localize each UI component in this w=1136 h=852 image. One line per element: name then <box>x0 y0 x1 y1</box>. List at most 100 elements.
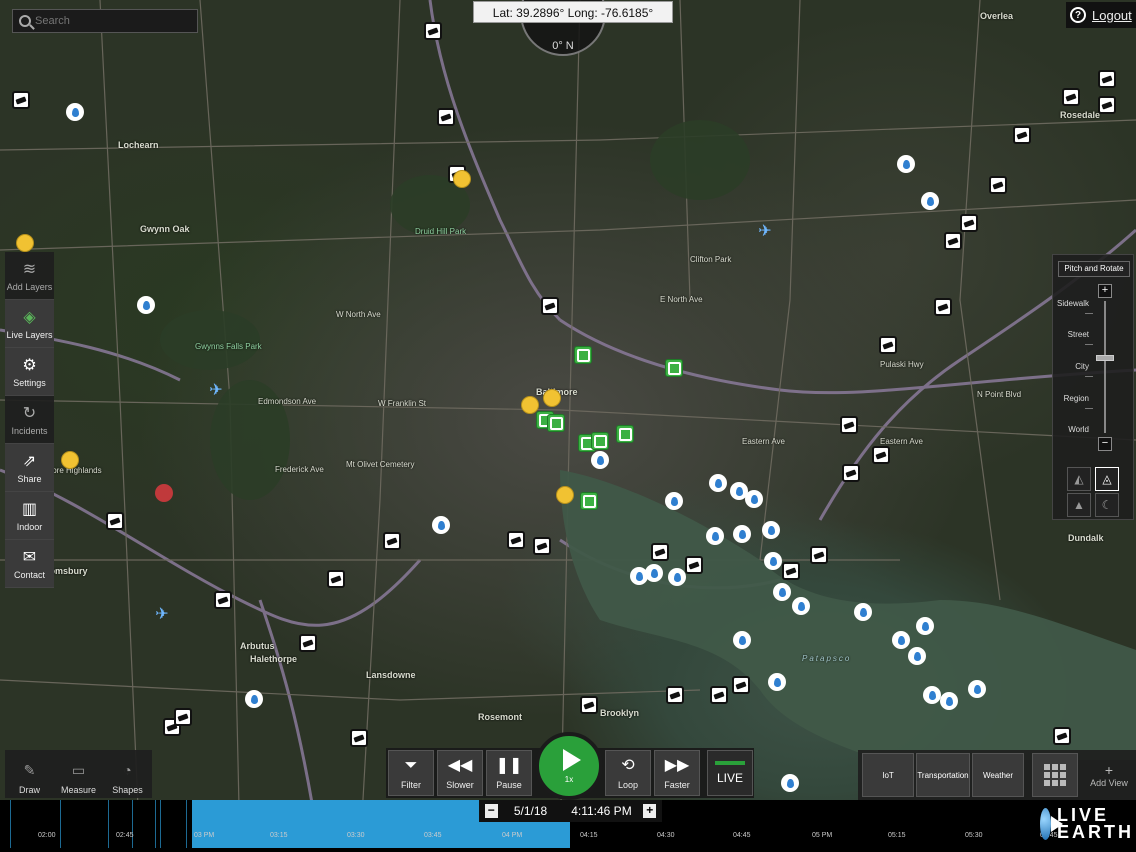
help-icon[interactable]: ? <box>1070 7 1086 23</box>
play-button[interactable]: 1x <box>535 732 603 800</box>
traffic-camera-icon[interactable] <box>299 634 317 652</box>
map-canvas[interactable]: Lochearn Gwynn Oak Baltimore Druid Hill … <box>0 0 1136 852</box>
zoom-track[interactable] <box>1104 301 1106 433</box>
weather-station-icon[interactable] <box>591 451 609 469</box>
live-layers-button[interactable]: ◈ Live Layers <box>5 300 54 348</box>
weather-station-icon[interactable] <box>781 774 799 792</box>
contact-button[interactable]: ✉ Contact <box>5 540 54 588</box>
traffic-camera-icon[interactable] <box>685 556 703 574</box>
traffic-camera-icon[interactable] <box>580 696 598 714</box>
faster-button[interactable]: ▶▶ Faster <box>654 750 700 796</box>
measure-button[interactable]: ▭ Measure <box>54 750 103 798</box>
traffic-camera-icon[interactable] <box>842 464 860 482</box>
weather-station-icon[interactable] <box>137 296 155 314</box>
search-input[interactable] <box>35 15 185 27</box>
traffic-camera-icon[interactable] <box>12 91 30 109</box>
traffic-alert-icon[interactable] <box>543 389 561 407</box>
traffic-camera-icon[interactable] <box>350 729 368 747</box>
weather-station-icon[interactable] <box>897 155 915 173</box>
traffic-camera-icon[interactable] <box>174 708 192 726</box>
traffic-camera-icon[interactable] <box>1062 88 1080 106</box>
weather-station-icon[interactable] <box>245 690 263 708</box>
airplane-icon[interactable]: ✈ <box>152 604 172 624</box>
traffic-camera-icon[interactable] <box>424 22 442 40</box>
weather-station-icon[interactable] <box>709 474 727 492</box>
add-layers-button[interactable]: ≋ Add Layers <box>5 252 54 300</box>
loop-button[interactable]: ⟲ Loop <box>605 750 651 796</box>
zoom-level-world[interactable]: World <box>1049 425 1089 434</box>
traffic-camera-icon[interactable] <box>1053 727 1071 745</box>
weather-station-icon[interactable] <box>892 631 910 649</box>
traffic-camera-icon[interactable] <box>666 686 684 704</box>
weather-station-icon[interactable] <box>745 490 763 508</box>
zoom-slider-thumb[interactable] <box>1096 355 1114 361</box>
settings-button[interactable]: ⚙ Settings <box>5 348 54 396</box>
traffic-camera-icon[interactable] <box>437 108 455 126</box>
night-style-icon[interactable]: ☾ <box>1095 493 1119 517</box>
airplane-icon[interactable]: ✈ <box>206 380 226 400</box>
traffic-camera-icon[interactable] <box>944 232 962 250</box>
timeline-forward-button[interactable]: + <box>643 804 656 818</box>
traffic-camera-icon[interactable] <box>710 686 728 704</box>
traffic-camera-icon[interactable] <box>872 446 890 464</box>
transit-bus-icon[interactable] <box>591 432 609 450</box>
weather-station-icon[interactable] <box>668 568 686 586</box>
slower-button[interactable]: ◀◀ Slower <box>437 750 483 796</box>
traffic-camera-icon[interactable] <box>106 512 124 530</box>
filter-button[interactable]: ⏷ Filter <box>388 750 434 796</box>
live-button[interactable]: LIVE <box>707 750 753 796</box>
weather-station-icon[interactable] <box>733 631 751 649</box>
draw-button[interactable]: ✎ Draw <box>5 750 54 798</box>
add-view-button[interactable]: + Add View <box>1084 753 1134 797</box>
traffic-alert-icon[interactable] <box>453 170 471 188</box>
search-box[interactable] <box>12 9 198 33</box>
traffic-alert-icon[interactable] <box>521 396 539 414</box>
traffic-camera-icon[interactable] <box>383 532 401 550</box>
traffic-camera-icon[interactable] <box>732 676 750 694</box>
iot-view-button[interactable]: IoT <box>862 753 914 797</box>
weather-station-icon[interactable] <box>921 192 939 210</box>
weather-station-icon[interactable] <box>706 527 724 545</box>
share-button[interactable]: ⇗ Share <box>5 444 54 492</box>
weather-station-icon[interactable] <box>768 673 786 691</box>
weather-station-icon[interactable] <box>916 617 934 635</box>
traffic-camera-icon[interactable] <box>960 214 978 232</box>
weather-view-button[interactable]: Weather <box>972 753 1024 797</box>
traffic-alert-icon[interactable] <box>61 451 79 469</box>
timeline[interactable]: 02:00 02:45 03 PM 03:15 03:30 03:45 04 P… <box>0 800 1136 852</box>
weather-station-icon[interactable] <box>908 647 926 665</box>
zoom-level-street[interactable]: Street <box>1049 330 1089 339</box>
incident-icon[interactable] <box>155 484 173 502</box>
zoom-level-sidewalk[interactable]: Sidewalk <box>1049 299 1089 308</box>
traffic-camera-icon[interactable] <box>327 570 345 588</box>
pitch-rotate-button[interactable]: Pitch and Rotate <box>1058 261 1130 277</box>
weather-station-icon[interactable] <box>968 680 986 698</box>
weather-station-icon[interactable] <box>854 603 872 621</box>
traffic-camera-icon[interactable] <box>934 298 952 316</box>
traffic-camera-icon[interactable] <box>1098 70 1116 88</box>
traffic-camera-icon[interactable] <box>1098 96 1116 114</box>
weather-station-icon[interactable] <box>733 525 751 543</box>
transit-bus-icon[interactable] <box>547 414 565 432</box>
weather-station-icon[interactable] <box>665 492 683 510</box>
traffic-camera-icon[interactable] <box>810 546 828 564</box>
traffic-camera-icon[interactable] <box>782 562 800 580</box>
weather-station-icon[interactable] <box>773 583 791 601</box>
traffic-alert-icon[interactable] <box>16 234 34 252</box>
logout-link[interactable]: Logout <box>1092 8 1132 23</box>
weather-station-icon[interactable] <box>762 521 780 539</box>
traffic-camera-icon[interactable] <box>507 531 525 549</box>
traffic-camera-icon[interactable] <box>989 176 1007 194</box>
airplane-icon[interactable]: ✈ <box>755 221 775 241</box>
weather-station-icon[interactable] <box>66 103 84 121</box>
traffic-camera-icon[interactable] <box>840 416 858 434</box>
zoom-level-city[interactable]: City <box>1049 362 1089 371</box>
traffic-camera-icon[interactable] <box>533 537 551 555</box>
zoom-level-region[interactable]: Region <box>1049 394 1089 403</box>
weather-station-icon[interactable] <box>923 686 941 704</box>
timeline-back-button[interactable]: − <box>485 804 498 818</box>
terrain-style-icon[interactable]: ▲ <box>1067 493 1091 517</box>
weather-station-icon[interactable] <box>432 516 450 534</box>
incidents-button[interactable]: ↻ Incidents <box>5 396 54 444</box>
transit-bus-icon[interactable] <box>665 359 683 377</box>
